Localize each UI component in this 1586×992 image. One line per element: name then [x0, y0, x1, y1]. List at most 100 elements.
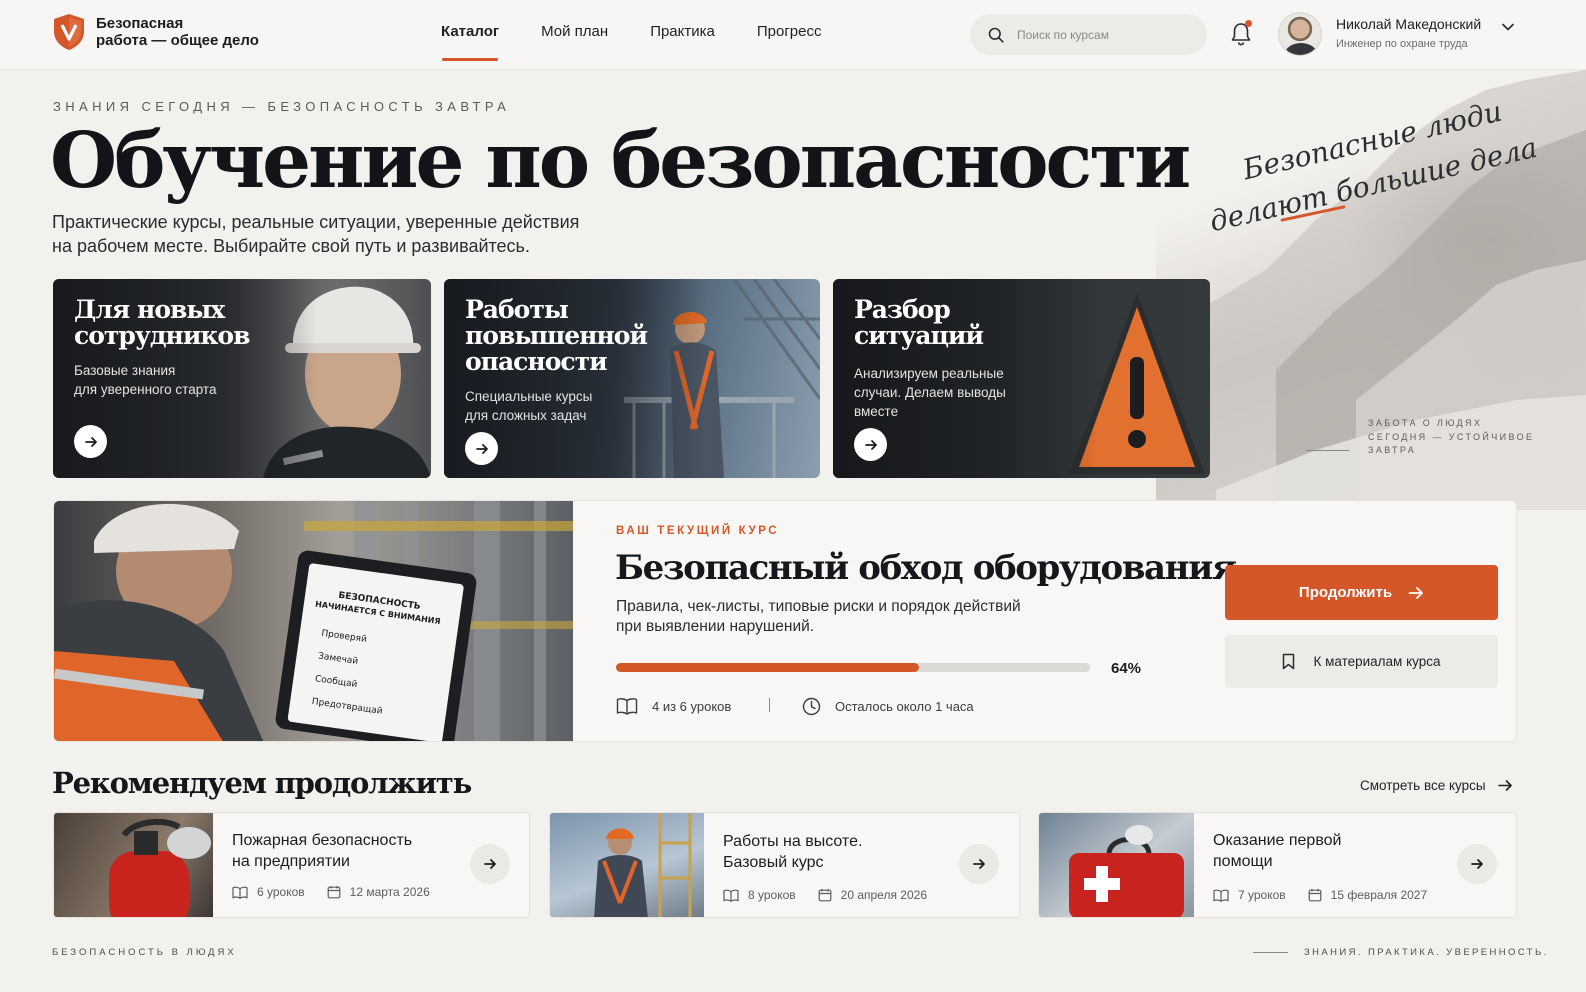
- date-chip: 15 февраля 2027: [1308, 888, 1427, 902]
- hero-eyebrow: ЗНАНИЯ СЕГОДНЯ — БЕЗОПАСНОСТЬ ЗАВТРА: [53, 99, 511, 114]
- date-text: 12 марта 2026: [349, 885, 430, 899]
- lessons-text: 6 уроков: [257, 885, 305, 899]
- course-photo: БЕЗОПАСНОСТЬ НАЧИНАЕТСЯ С ВНИМАНИЯ Прове…: [54, 501, 573, 741]
- user-avatar[interactable]: [1278, 12, 1322, 56]
- arrow-right-icon: [1408, 586, 1423, 599]
- open-course-button[interactable]: [470, 844, 510, 884]
- current-course-eyebrow: ВАШ ТЕКУЩИЙ КУРС: [616, 525, 780, 537]
- recommended-card-work-at-height[interactable]: Работы на высоте. Базовый курс 8 уроков …: [549, 812, 1020, 918]
- see-all-courses-link[interactable]: Смотреть все курсы: [1360, 778, 1513, 793]
- category-title-line: ситуаций: [854, 321, 984, 350]
- category-open-button[interactable]: [74, 425, 107, 458]
- category-title: Разбор ситуаций: [854, 295, 984, 350]
- date-chip: 20 апреля 2026: [818, 888, 927, 902]
- bookmark-icon: [1283, 653, 1295, 670]
- first-aid-kit-image: [1039, 813, 1194, 917]
- recommended-card-fire-safety[interactable]: Пожарная безопасность на предприятии 6 у…: [53, 812, 530, 918]
- category-card-case-studies[interactable]: Разбор ситуаций Анализируем реальные слу…: [833, 279, 1210, 478]
- course-materials-button[interactable]: К материалам курса: [1225, 635, 1498, 688]
- course-progress-percent: 64%: [1111, 660, 1142, 677]
- hero-subtitle-line-1: Практические курсы, реальные ситуации, у…: [52, 212, 580, 232]
- category-open-button[interactable]: [854, 428, 887, 461]
- lessons-text: 7 уроков: [1238, 888, 1286, 902]
- course-name-line: Пожарная безопасность: [232, 832, 413, 849]
- lessons-chip: 6 уроков: [232, 885, 305, 899]
- course-progress-fill: [616, 663, 920, 672]
- arrow-right-icon: [864, 439, 877, 450]
- nav-my-plan[interactable]: Мой план: [520, 0, 629, 70]
- course-progress-bar: [616, 663, 1090, 672]
- clipboard-checklist: БЕЗОПАСНОСТЬ НАЧИНАЕТСЯ С ВНИМАНИЯ Прове…: [288, 585, 454, 732]
- book-icon: [1213, 889, 1229, 902]
- date-text: 15 февраля 2027: [1330, 888, 1428, 902]
- brand-name: Безопасная работа — общее дело: [96, 15, 259, 49]
- arrow-right-icon: [84, 436, 97, 447]
- category-open-button[interactable]: [465, 432, 498, 465]
- category-desc-line: Специальные курсы: [465, 389, 593, 404]
- category-title-line: опасности: [465, 347, 608, 376]
- category-card-new-employees[interactable]: Для новых сотрудников Базовые знания для…: [53, 279, 431, 478]
- course-name: Оказание первой помощи: [1213, 830, 1341, 872]
- nav-catalog[interactable]: Каталог: [420, 0, 520, 70]
- nav-progress[interactable]: Прогресс: [736, 0, 843, 70]
- chevron-down-icon[interactable]: [1501, 20, 1515, 34]
- category-title-line: сотрудников: [74, 321, 250, 350]
- category-desc-line: для уверенного старта: [74, 382, 217, 397]
- course-name: Пожарная безопасность на предприятии: [232, 830, 412, 872]
- lessons-text: 4 из 6 уроков: [652, 698, 732, 714]
- category-desc-line: для сложных задач: [465, 408, 587, 423]
- shield-logo-icon: [54, 14, 84, 50]
- category-desc-line: Базовые знания: [74, 363, 176, 378]
- nav-practice[interactable]: Практика: [629, 0, 736, 70]
- category-description: Базовые знания для уверенного старта: [74, 361, 216, 399]
- brand-logo[interactable]: Безопасная работа — общее дело: [52, 13, 259, 51]
- lessons-text: 8 уроков: [748, 888, 796, 902]
- notifications-button[interactable]: [1229, 20, 1253, 47]
- date-text: 20 апреля 2026: [840, 888, 927, 902]
- handwritten-slogan: Безопасные люди делают большие дела: [1200, 95, 1541, 250]
- arrow-right-icon: [1471, 859, 1483, 869]
- course-name-line: Работы на высоте.: [723, 833, 863, 850]
- course-name-line: Оказание первой: [1213, 832, 1342, 849]
- category-card-high-risk[interactable]: Работы повышенной опасности Специальные …: [444, 279, 820, 478]
- book-icon: [232, 886, 248, 899]
- category-description: Специальные курсы для сложных задач: [465, 387, 592, 425]
- lessons-chip: 7 уроков: [1213, 888, 1286, 902]
- search-input[interactable]: [1017, 27, 1187, 42]
- open-course-button[interactable]: [1457, 844, 1497, 884]
- first-aid-bag-illustration: [1069, 825, 1184, 917]
- course-meta: 8 уроков 20 апреля 2026: [723, 888, 949, 902]
- category-desc-line: случаи. Делаем выводы: [854, 385, 1006, 400]
- continue-label: Продолжить: [1298, 584, 1393, 601]
- calendar-icon: [1308, 889, 1322, 902]
- calendar-icon: [327, 886, 341, 899]
- brand-line-1: Безопасная: [96, 15, 184, 32]
- date-chip: 12 марта 2026: [327, 885, 430, 899]
- arrow-right-icon: [475, 443, 488, 454]
- category-title-line: Разбор: [854, 295, 951, 324]
- footer-tagline-right: ЗНАНИЯ. ПРАКТИКА. УВЕРЕННОСТЬ.: [1304, 947, 1549, 958]
- current-course-title: Безопасный обход оборудования: [615, 548, 1237, 588]
- arrow-right-icon: [484, 859, 496, 869]
- search-box[interactable]: [970, 14, 1207, 55]
- side-note-divider: [1306, 450, 1349, 451]
- open-course-button[interactable]: [959, 844, 999, 884]
- side-note-line-2: СЕГОДНЯ — УСТОЙЧИВОЕ: [1368, 431, 1535, 442]
- footer-tagline-left: БЕЗОПАСНОСТЬ В ЛЮДЯХ: [52, 947, 237, 958]
- clock-icon: [802, 697, 821, 716]
- course-name: Работы на высоте. Базовый курс: [723, 831, 862, 873]
- book-icon: [616, 698, 638, 715]
- meta-divider: [769, 698, 770, 712]
- category-title-line: Для новых: [74, 295, 225, 324]
- hero-subtitle-line-2: на рабочем месте. Выбирайте свой путь и …: [52, 236, 530, 256]
- continue-button[interactable]: Продолжить: [1225, 565, 1498, 620]
- time-left: Осталось около 1 часа: [802, 697, 974, 716]
- course-name-line: на предприятии: [232, 853, 350, 870]
- hero-subtitle: Практические курсы, реальные ситуации, у…: [52, 210, 579, 258]
- user-name[interactable]: Николай Македонский: [1336, 16, 1481, 32]
- category-title: Для новых сотрудников: [74, 295, 250, 350]
- recommended-card-first-aid[interactable]: Оказание первой помощи 7 уроков 15 февра…: [1038, 812, 1517, 918]
- materials-label: К материалам курса: [1313, 654, 1441, 669]
- notification-badge: [1245, 20, 1252, 27]
- category-title-line: повышенной: [465, 321, 648, 350]
